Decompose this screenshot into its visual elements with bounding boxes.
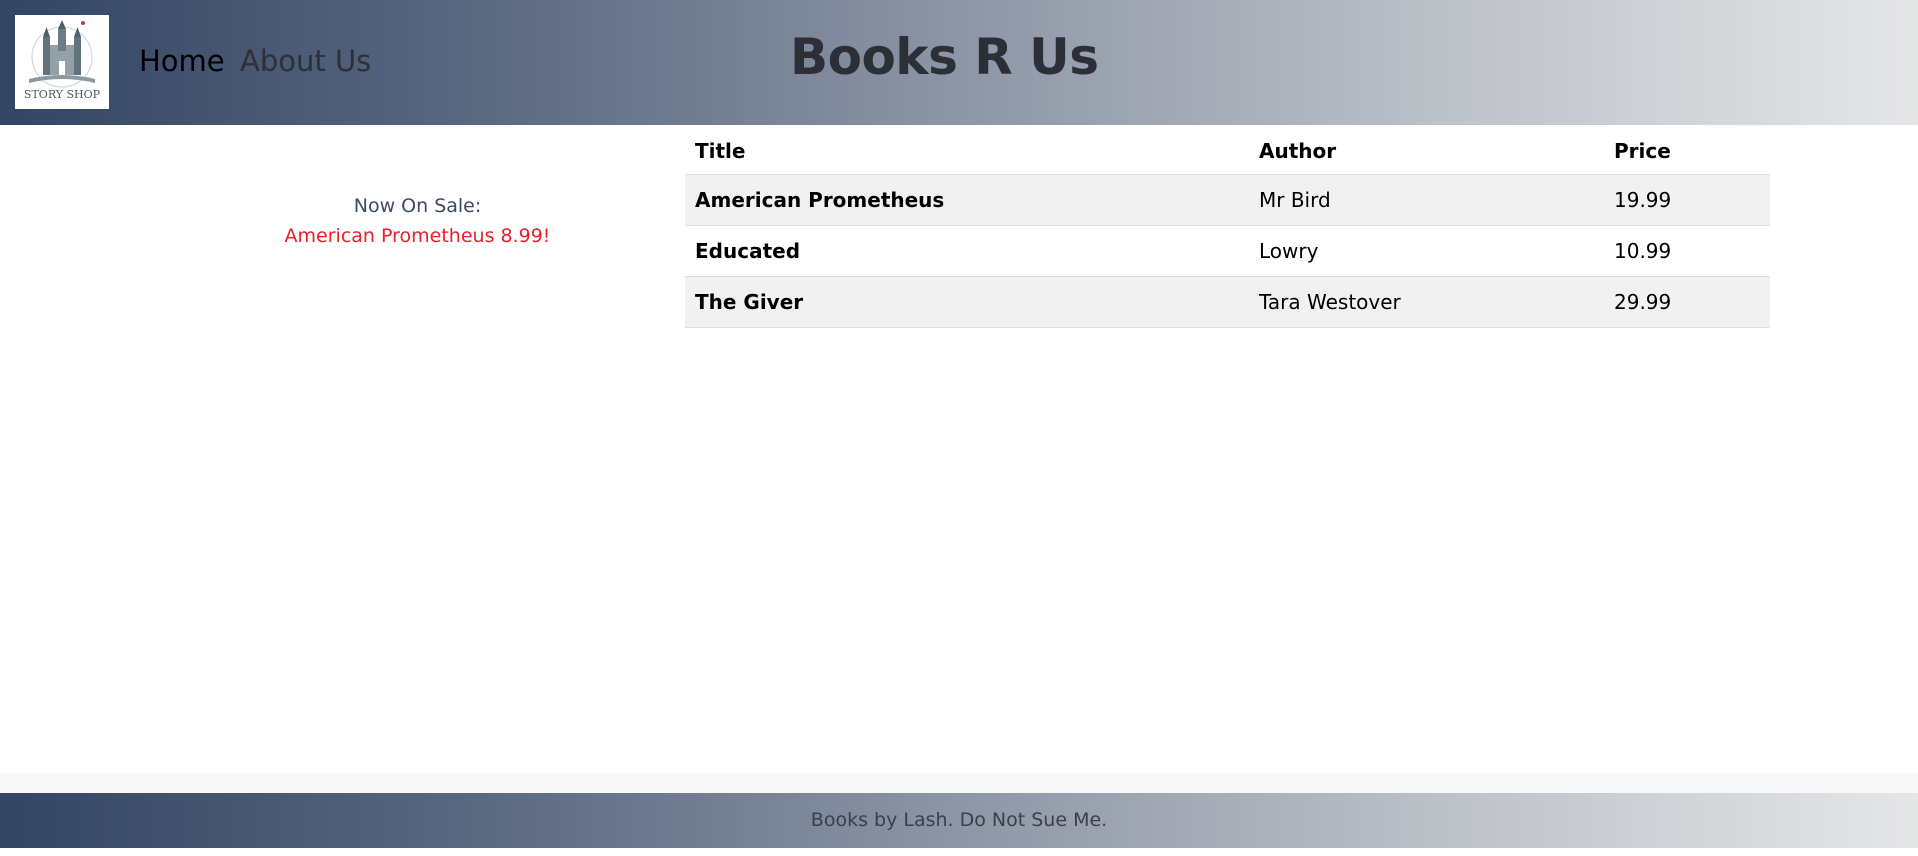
- column-header-title: Title: [685, 128, 1249, 175]
- logo-text: STORY SHOP: [24, 88, 101, 101]
- book-title: American Prometheus: [685, 174, 1249, 226]
- sale-item: American Prometheus 8.99!: [284, 225, 551, 247]
- book-author: Mr Bird: [1249, 174, 1604, 226]
- book-price: 10.99: [1604, 225, 1770, 277]
- nav-home-link[interactable]: Home: [139, 44, 225, 78]
- table-row: Educated Lowry 10.99: [685, 225, 1770, 277]
- book-price: 19.99: [1604, 174, 1770, 226]
- table-row: American Prometheus Mr Bird 19.99: [685, 174, 1770, 226]
- castle-logo-icon: STORY SHOP: [24, 20, 101, 101]
- book-author: Lowry: [1249, 225, 1604, 277]
- page: STORY SHOP Home About Us Books R Us Now …: [0, 0, 1918, 856]
- books-table: Title Author Price American Prometheus M…: [685, 128, 1770, 328]
- table-header-row: Title Author Price: [685, 128, 1770, 175]
- site-footer: Books by Lash. Do Not Sue Me.: [0, 793, 1918, 848]
- book-author: Tara Westover: [1249, 276, 1604, 328]
- book-price: 29.99: [1604, 276, 1770, 328]
- site-title: Books R Us: [790, 28, 1099, 86]
- sale-label: Now On Sale:: [353, 195, 482, 217]
- footer-text: Books by Lash. Do Not Sue Me.: [810, 809, 1108, 831]
- column-header-price: Price: [1604, 128, 1770, 175]
- story-shop-logo[interactable]: STORY SHOP: [15, 15, 109, 109]
- footer-spacer: [0, 773, 1918, 793]
- book-title: Educated: [685, 225, 1249, 277]
- site-header: STORY SHOP Home About Us Books R Us: [0, 0, 1918, 125]
- column-header-author: Author: [1249, 128, 1604, 175]
- table-row: The Giver Tara Westover 29.99: [685, 276, 1770, 328]
- nav-about-link[interactable]: About Us: [240, 44, 371, 78]
- sale-banner: Now On Sale: American Prometheus 8.99!: [200, 191, 635, 251]
- book-title: The Giver: [685, 276, 1249, 328]
